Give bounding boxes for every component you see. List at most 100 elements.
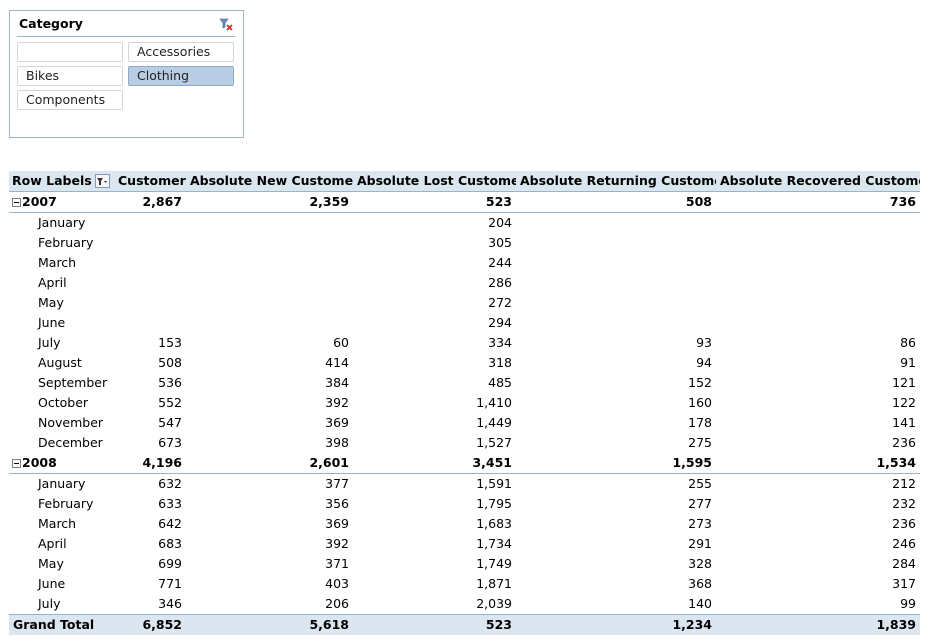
- returning-customers-cell: 160: [688, 395, 712, 410]
- new-customers-cell: 414: [325, 355, 349, 370]
- lost-customers-cell: 1,734: [476, 536, 512, 551]
- month-row: November 547 369 1,449 178 141: [9, 413, 920, 433]
- returning-customers-cell: 255: [688, 476, 712, 491]
- row-labels-filter-button[interactable]: [95, 174, 110, 188]
- month-row: April 286: [9, 273, 920, 293]
- month-row: May 272: [9, 293, 920, 313]
- recovered-customers-cell: 317: [892, 576, 916, 591]
- recovered-customers-cell: 236: [892, 435, 916, 450]
- row-label: January: [38, 215, 86, 230]
- new-customers-cell: 5,618: [186, 614, 353, 635]
- customers-cell: [114, 273, 186, 293]
- new-customers-cell: 384: [325, 375, 349, 390]
- month-row: September 536 384 485 152 121: [9, 373, 920, 393]
- recovered-customers-cell: [716, 273, 920, 293]
- slicer-title: Category: [19, 16, 83, 31]
- row-label: June: [38, 576, 66, 591]
- new-customers-cell: 369: [325, 415, 349, 430]
- lost-customers-cell: 3,451: [353, 453, 516, 474]
- slicer-item-blank[interactable]: [17, 42, 123, 62]
- month-row: January 204: [9, 213, 920, 234]
- recovered-customers-cell: 212: [892, 476, 916, 491]
- month-row: May 699 371 1,749 328 284: [9, 554, 920, 574]
- customers-cell: 633: [158, 496, 182, 511]
- recovered-customers-cell: 736: [716, 191, 920, 213]
- lost-customers-cell: 1,527: [476, 435, 512, 450]
- new-customers-cell: 371: [325, 556, 349, 571]
- lost-customers-header: Absolute Lost Customers: [353, 171, 516, 192]
- recovered-customers-cell: 236: [892, 516, 916, 531]
- lost-customers-cell: 272: [488, 295, 512, 310]
- month-row: February 305: [9, 233, 920, 253]
- recovered-customers-cell: 246: [892, 536, 916, 551]
- row-label: Grand Total: [9, 614, 114, 635]
- recovered-customers-cell: 284: [892, 556, 916, 571]
- customers-cell: 547: [158, 415, 182, 430]
- recovered-customers-cell: 86: [900, 335, 916, 350]
- slicer-item-bikes[interactable]: Bikes: [17, 66, 123, 86]
- slicer-item-clothing[interactable]: Clothing: [128, 66, 234, 86]
- recovered-customers-cell: [716, 213, 920, 234]
- month-row: October 552 392 1,410 160 122: [9, 393, 920, 413]
- recovered-customers-cell: 141: [892, 415, 916, 430]
- returning-customers-cell: 291: [688, 536, 712, 551]
- month-row: February 633 356 1,795 277 232: [9, 494, 920, 514]
- customers-cell: 2,867: [114, 191, 186, 213]
- recovered-customers-cell: [716, 253, 920, 273]
- recovered-customers-cell: [716, 293, 920, 313]
- row-label: July: [38, 596, 61, 611]
- lost-customers-cell: 334: [488, 335, 512, 350]
- recovered-customers-cell: 232: [892, 496, 916, 511]
- returning-customers-cell: 140: [688, 596, 712, 611]
- lost-customers-cell: 318: [488, 355, 512, 370]
- new-customers-header: Absolute New Customers: [186, 171, 353, 192]
- lost-customers-cell: 1,795: [476, 496, 512, 511]
- lost-customers-cell: 305: [488, 235, 512, 250]
- month-row: August 508 414 318 94 91: [9, 353, 920, 373]
- year-row-2008: 2008 4,196 2,601 3,451 1,595 1,534: [9, 453, 920, 474]
- returning-customers-cell: [516, 253, 716, 273]
- new-customers-cell: [186, 233, 353, 253]
- returning-customers-header: Absolute Returning Customers: [516, 171, 716, 192]
- row-label: September: [38, 375, 108, 390]
- grand-total-row: Grand Total 6,852 5,618 523 1,234 1,839: [9, 614, 920, 635]
- returning-customers-cell: 178: [688, 415, 712, 430]
- recovered-customers-cell: [716, 313, 920, 333]
- month-row: December 673 398 1,527 275 236: [9, 433, 920, 453]
- customers-cell: 642: [158, 516, 182, 531]
- row-label: June: [38, 315, 66, 330]
- month-row: March 642 369 1,683 273 236: [9, 514, 920, 534]
- row-labels-header: Row Labels: [9, 171, 114, 192]
- row-label: May: [38, 295, 64, 310]
- collapse-icon[interactable]: [12, 197, 21, 207]
- row-label: March: [38, 516, 77, 531]
- row-label: December: [38, 435, 103, 450]
- customers-cell: 508: [158, 355, 182, 370]
- new-customers-cell: 369: [325, 516, 349, 531]
- returning-customers-cell: 93: [696, 335, 712, 350]
- customers-cell: 4,196: [114, 453, 186, 474]
- clear-filter-icon[interactable]: [219, 17, 233, 31]
- lost-customers-cell: 294: [488, 315, 512, 330]
- year-label-cell[interactable]: 2008: [9, 453, 114, 474]
- returning-customers-cell: 1,234: [516, 614, 716, 635]
- month-row: January 632 377 1,591 255 212: [9, 474, 920, 495]
- row-label: October: [38, 395, 89, 410]
- recovered-customers-header: Absolute Recovered Customers: [716, 171, 920, 192]
- new-customers-cell: 392: [325, 536, 349, 551]
- collapse-icon[interactable]: [12, 458, 21, 468]
- pivot-table: Row Labels Customers Absolute New Custom…: [9, 171, 920, 635]
- slicer-item-accessories[interactable]: Accessories: [128, 42, 234, 62]
- returning-customers-cell: 368: [688, 576, 712, 591]
- new-customers-cell: [186, 253, 353, 273]
- year-label-cell[interactable]: 2007: [9, 191, 114, 213]
- row-label: August: [38, 355, 82, 370]
- row-label: March: [38, 255, 77, 270]
- lost-customers-cell: 2,039: [476, 596, 512, 611]
- new-customers-cell: 206: [325, 596, 349, 611]
- customers-cell: 632: [158, 476, 182, 491]
- customers-cell: 552: [158, 395, 182, 410]
- month-row: June 294: [9, 313, 920, 333]
- slicer-item-components[interactable]: Components: [17, 90, 123, 110]
- year-label: 2008: [22, 455, 57, 470]
